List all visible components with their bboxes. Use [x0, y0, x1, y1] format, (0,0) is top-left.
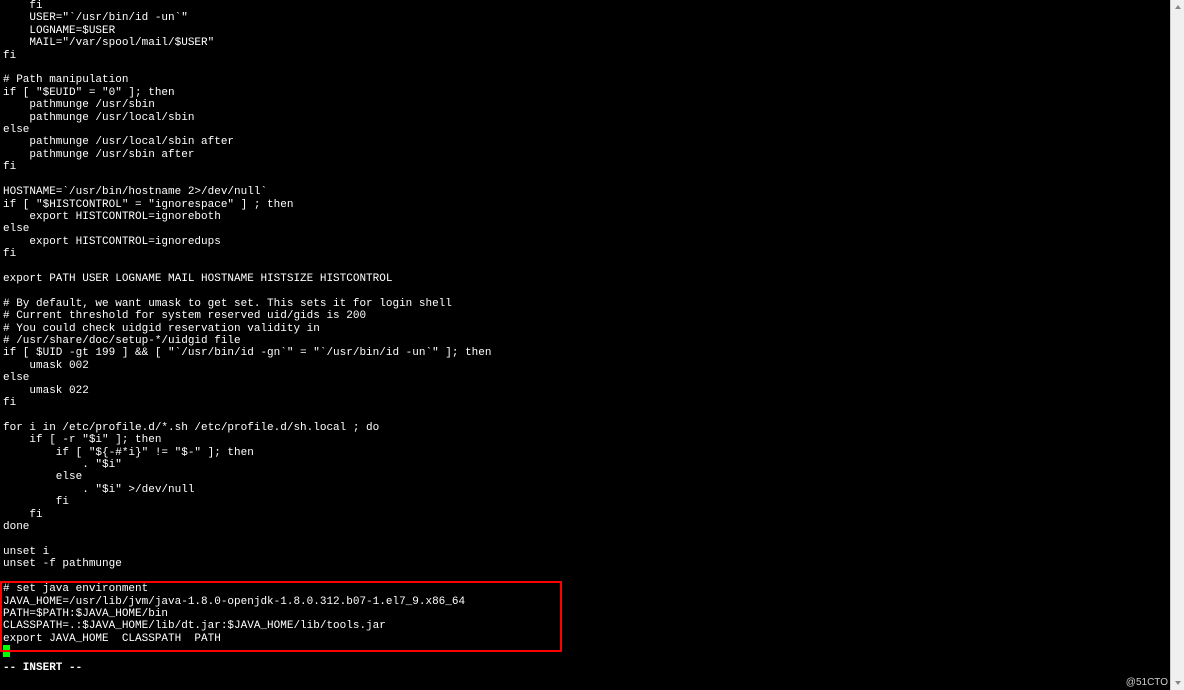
terminal-line: HOSTNAME=`/usr/bin/hostname 2>/dev/null` [3, 186, 1167, 198]
terminal-line: umask 022 [3, 385, 1167, 397]
terminal-line [3, 533, 1167, 545]
terminal-line: if [ "$EUID" = "0" ]; then [3, 87, 1167, 99]
terminal-line: if [ "${-#*i}" != "$-" ]; then [3, 447, 1167, 459]
scrollbar-track[interactable] [1171, 14, 1184, 676]
terminal-line: else [3, 471, 1167, 483]
terminal-line: fi [3, 496, 1167, 508]
terminal-line: USER="`/usr/bin/id -un`" [3, 12, 1167, 24]
terminal-line [3, 409, 1167, 421]
terminal-line: fi [3, 509, 1167, 521]
terminal-line: LOGNAME=$USER [3, 25, 1167, 37]
terminal-line: if [ "$HISTCONTROL" = "ignorespace" ] ; … [3, 199, 1167, 211]
terminal-line: # You could check uidgid reservation val… [3, 323, 1167, 335]
text-cursor [3, 645, 10, 657]
terminal-line: else [3, 223, 1167, 235]
terminal-window[interactable]: fi USER="`/usr/bin/id -un`" LOGNAME=$USE… [0, 0, 1170, 690]
terminal-line: fi [3, 397, 1167, 409]
terminal-line: fi [3, 50, 1167, 62]
terminal-line [3, 62, 1167, 74]
terminal-line: umask 002 [3, 360, 1167, 372]
terminal-line [3, 571, 1167, 583]
terminal-line: PATH=$PATH:$JAVA_HOME/bin [3, 608, 1167, 620]
terminal-line: pathmunge /usr/local/sbin after [3, 136, 1167, 148]
terminal-line: # /usr/share/doc/setup-*/uidgid file [3, 335, 1167, 347]
terminal-line: # set java environment [3, 583, 1167, 595]
terminal-line: else [3, 372, 1167, 384]
terminal-line: # By default, we want umask to get set. … [3, 298, 1167, 310]
terminal-line: export HISTCONTROL=ignoredups [3, 236, 1167, 248]
terminal-line: # Path manipulation [3, 74, 1167, 86]
terminal-line: if [ -r "$i" ]; then [3, 434, 1167, 446]
terminal-line: unset -f pathmunge [3, 558, 1167, 570]
terminal-line: else [3, 124, 1167, 136]
terminal-line: CLASSPATH=.:$JAVA_HOME/lib/dt.jar:$JAVA_… [3, 620, 1167, 632]
terminal-line: export JAVA_HOME CLASSPATH PATH [3, 633, 1167, 645]
scrollbar-up-arrow[interactable] [1171, 0, 1184, 14]
terminal-line [3, 285, 1167, 297]
terminal-line: # Current threshold for system reserved … [3, 310, 1167, 322]
terminal-line: fi [3, 0, 1167, 12]
terminal-line: JAVA_HOME=/usr/lib/jvm/java-1.8.0-openjd… [3, 596, 1167, 608]
watermark-text: @51CTO [1126, 677, 1184, 688]
terminal-line: pathmunge /usr/local/sbin [3, 112, 1167, 124]
terminal-line: fi [3, 161, 1167, 173]
terminal-line: . "$i" >/dev/null [3, 484, 1167, 496]
terminal-line: fi [3, 248, 1167, 260]
terminal-line [3, 261, 1167, 273]
terminal-line: if [ $UID -gt 199 ] && [ "`/usr/bin/id -… [3, 347, 1167, 359]
terminal-line: done [3, 521, 1167, 533]
terminal-line: export HISTCONTROL=ignoreboth [3, 211, 1167, 223]
terminal-line: MAIL="/var/spool/mail/$USER" [3, 37, 1167, 49]
terminal-line: . "$i" [3, 459, 1167, 471]
terminal-line [3, 174, 1167, 186]
vertical-scrollbar[interactable] [1170, 0, 1184, 690]
terminal-line: export PATH USER LOGNAME MAIL HOSTNAME H… [3, 273, 1167, 285]
cursor-line [3, 645, 1167, 661]
terminal-line: unset i [3, 546, 1167, 558]
terminal-line: pathmunge /usr/sbin [3, 99, 1167, 111]
terminal-line: for i in /etc/profile.d/*.sh /etc/profil… [3, 422, 1167, 434]
terminal-text-area[interactable]: fi USER="`/usr/bin/id -un`" LOGNAME=$USE… [3, 0, 1167, 645]
terminal-line: pathmunge /usr/sbin after [3, 149, 1167, 161]
vim-status-line: -- INSERT -- [3, 662, 1167, 674]
